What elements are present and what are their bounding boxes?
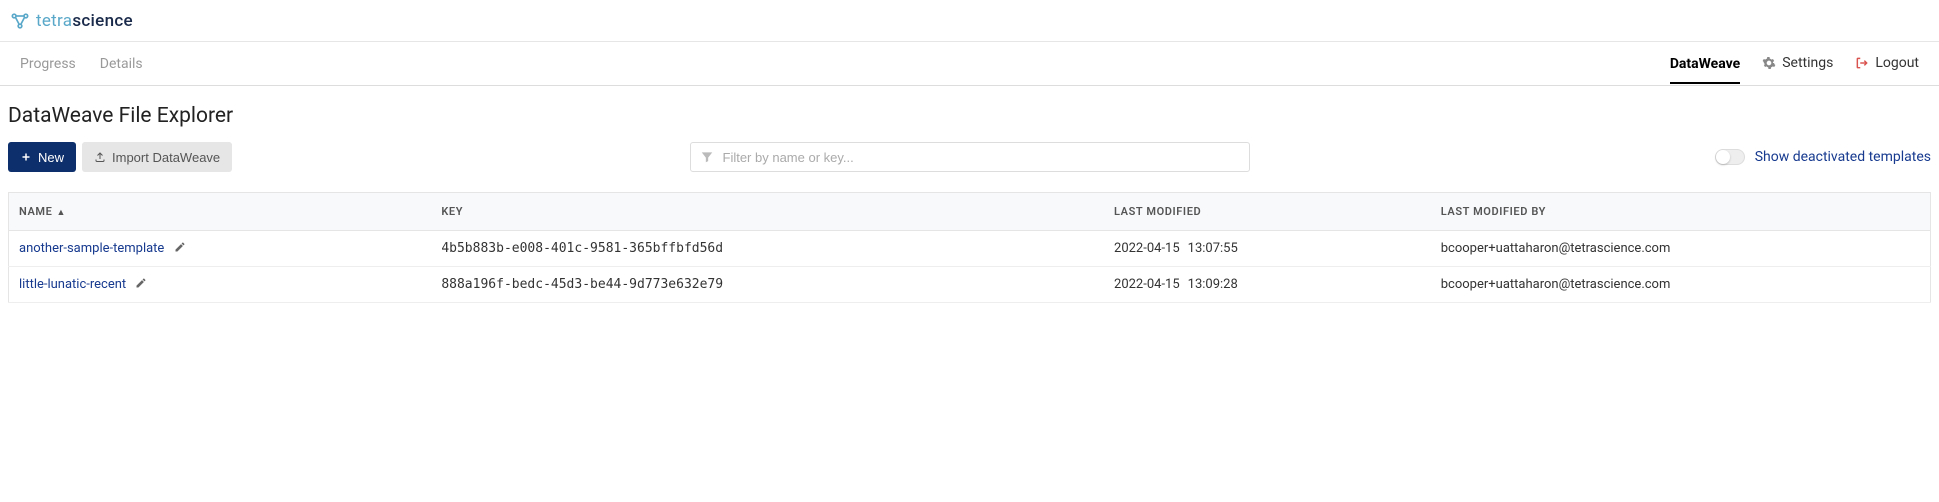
template-key: 888a196f-bedc-45d3-be44-9d773e632e79	[431, 267, 1104, 303]
import-button[interactable]: Import DataWeave	[82, 142, 232, 172]
import-button-label: Import DataWeave	[112, 150, 220, 165]
secondary-nav: Progress Details DataWeave Settings Logo…	[0, 42, 1939, 86]
show-deactivated-label[interactable]: Show deactivated templates	[1755, 149, 1931, 165]
sort-asc-icon: ▲	[56, 208, 66, 218]
gear-icon	[1762, 56, 1776, 70]
template-name-link[interactable]: another-sample-template	[19, 241, 164, 256]
show-deactivated-toggle[interactable]	[1715, 149, 1745, 165]
template-last-modified-by: bcooper+uattaharon@tetrascience.com	[1431, 267, 1931, 303]
toggle-knob	[1716, 150, 1730, 164]
nav-dataweave[interactable]: DataWeave	[1670, 56, 1740, 84]
col-header-last-modified-by[interactable]: LAST MODIFIED BY	[1431, 193, 1931, 231]
filter-input[interactable]	[690, 142, 1250, 172]
upload-icon	[94, 151, 106, 163]
table-row: another-sample-template 4b5b883b-e008-40…	[9, 231, 1931, 267]
col-header-last-modified[interactable]: LAST MODIFIED	[1104, 193, 1431, 231]
filter-wrap	[690, 142, 1250, 172]
nav-progress[interactable]: Progress	[20, 56, 76, 72]
brand-logo-text: tetrascience	[36, 11, 133, 31]
template-last-modified: 2022-04-1513:09:28	[1104, 267, 1431, 303]
nav-logout[interactable]: Logout	[1855, 55, 1919, 73]
top-brand-bar: tetrascience	[0, 0, 1939, 42]
col-header-key[interactable]: KEY	[431, 193, 1104, 231]
brand-logo[interactable]: tetrascience	[10, 11, 133, 31]
logout-icon	[1855, 56, 1869, 70]
template-last-modified: 2022-04-1513:07:55	[1104, 231, 1431, 267]
edit-icon[interactable]	[135, 277, 147, 289]
table-row: little-lunatic-recent 888a196f-bedc-45d3…	[9, 267, 1931, 303]
new-button-label: New	[38, 150, 64, 165]
edit-icon[interactable]	[174, 241, 186, 253]
nav-settings-label: Settings	[1782, 55, 1833, 71]
col-header-name[interactable]: NAME▲	[9, 193, 432, 231]
filter-icon	[700, 150, 714, 164]
template-key: 4b5b883b-e008-401c-9581-365bffbfd56d	[431, 231, 1104, 267]
brand-logo-icon	[10, 11, 30, 31]
nav-settings[interactable]: Settings	[1762, 55, 1833, 73]
toolbar: New Import DataWeave Show deactivated te…	[8, 140, 1931, 174]
template-name-link[interactable]: little-lunatic-recent	[19, 277, 126, 292]
page-title: DataWeave File Explorer	[8, 104, 1931, 128]
template-last-modified-by: bcooper+uattaharon@tetrascience.com	[1431, 231, 1931, 267]
nav-logout-label: Logout	[1875, 55, 1919, 71]
plus-icon	[20, 151, 32, 163]
nav-details[interactable]: Details	[100, 56, 143, 72]
template-table: NAME▲ KEY LAST MODIFIED LAST MODIFIED BY…	[8, 192, 1931, 303]
new-button[interactable]: New	[8, 142, 76, 172]
